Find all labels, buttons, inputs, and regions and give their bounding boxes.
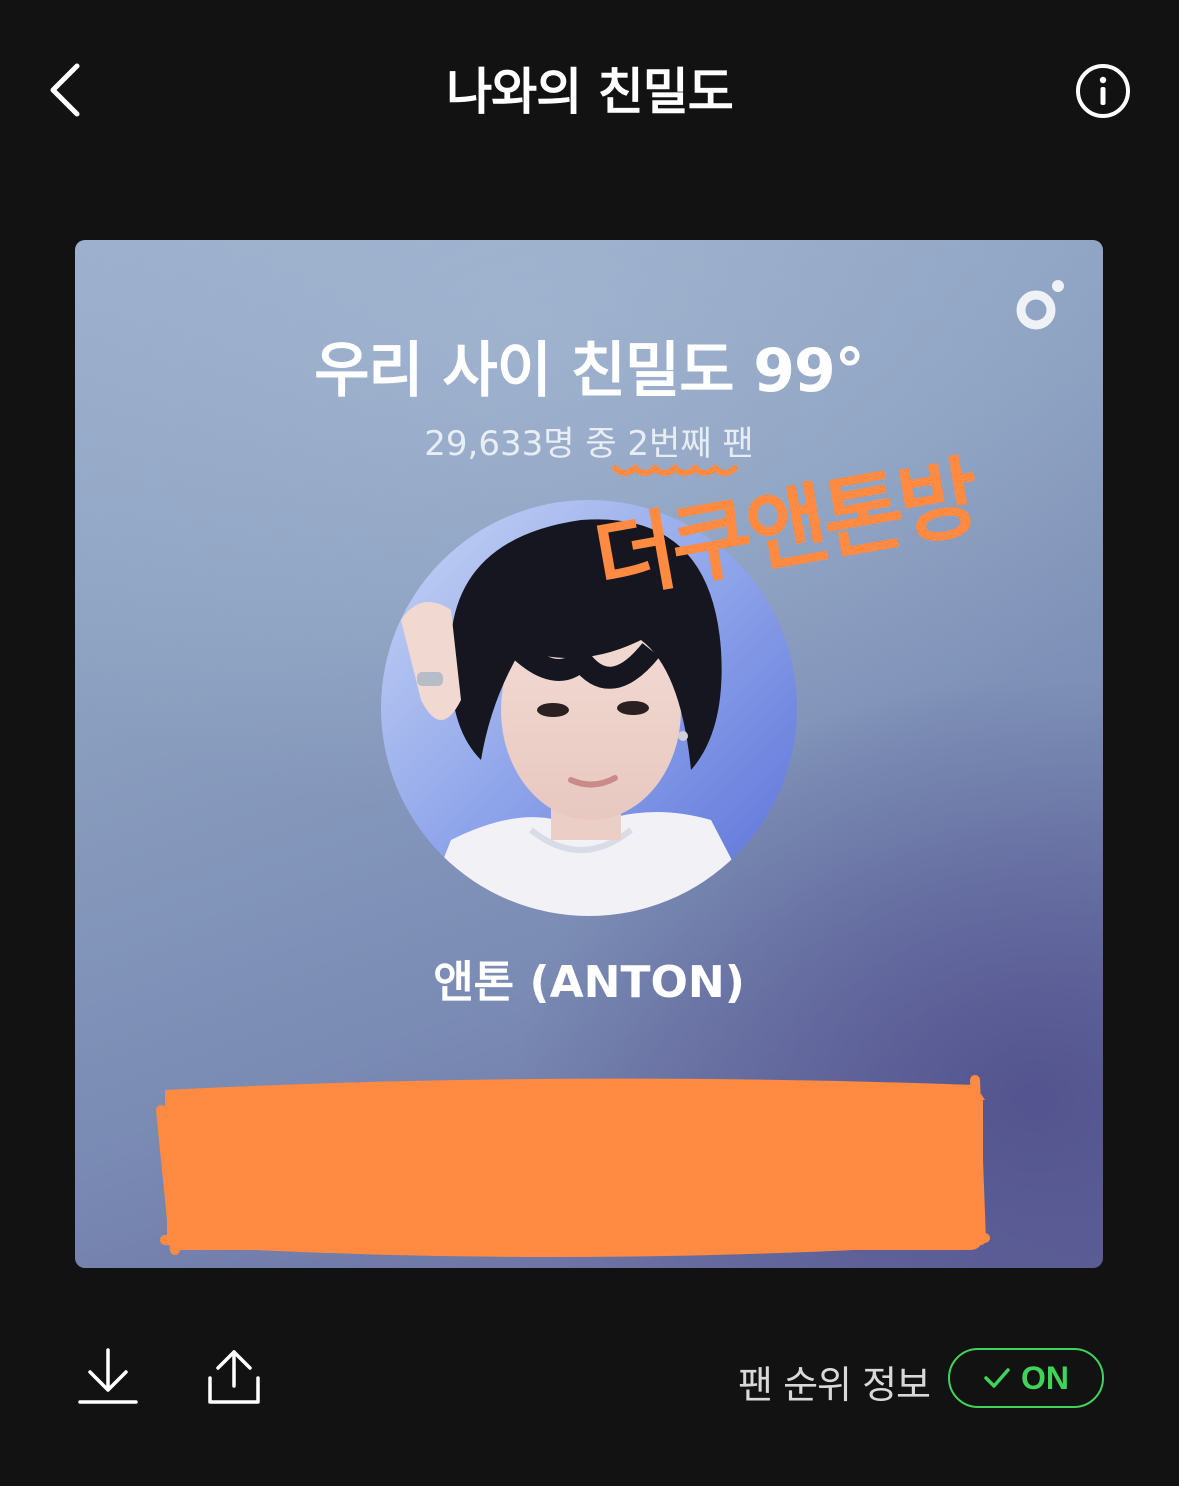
share-button[interactable] <box>204 1346 264 1408</box>
top-bar: 나와의 친밀도 <box>0 0 1179 180</box>
download-icon <box>78 1348 138 1404</box>
redaction-scribble <box>156 1075 990 1258</box>
toggle-label: ON <box>1021 1359 1069 1396</box>
info-button[interactable] <box>1074 62 1132 120</box>
intimacy-card: 우리 사이 친밀도 99° 29,633명 중 2번째 팬 앤톤 (ANTON)… <box>75 240 1103 1268</box>
artist-name: 앤톤 (ANTON) <box>433 957 745 1008</box>
check-icon <box>984 1368 1010 1388</box>
fan-rank-info-toggle[interactable]: ON <box>948 1348 1104 1408</box>
intimacy-score: 우리 사이 친밀도 99° <box>314 336 865 406</box>
download-button[interactable] <box>78 1346 138 1408</box>
info-icon <box>1076 64 1130 118</box>
page-title: 나와의 친밀도 <box>446 63 733 121</box>
fan-rank-info-label: 팬 순위 정보 <box>738 1363 931 1407</box>
share-icon <box>208 1350 260 1404</box>
